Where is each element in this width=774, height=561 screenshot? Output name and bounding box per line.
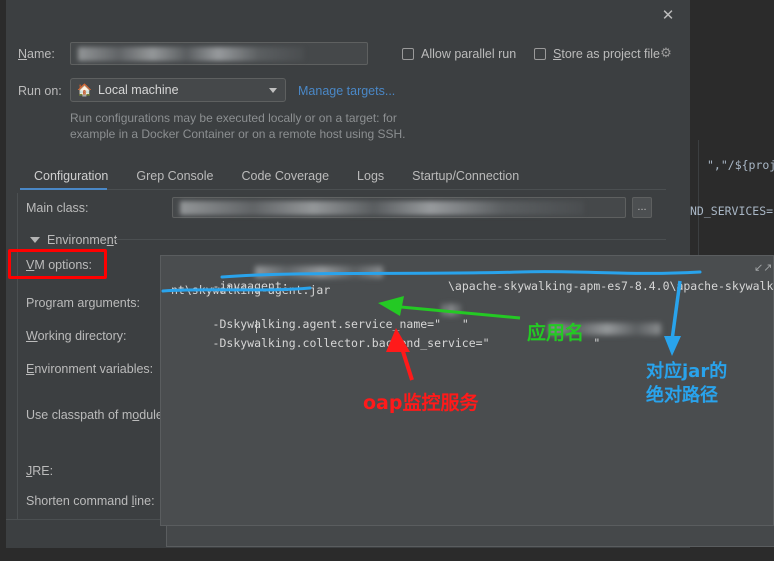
main-class-value-redacted <box>180 201 584 215</box>
checkbox-box <box>534 48 546 60</box>
jre-label: JRE: <box>26 464 54 478</box>
shorten-command-line-label: Shorten command line: <box>26 494 155 508</box>
editor-code-line-2: ND_SERVICES= <box>690 204 774 218</box>
screen: ","/${projec ND_SERVICES= ✕ Name: Allow … <box>0 0 774 561</box>
name-label: Name: <box>18 47 55 61</box>
main-class-browse-button[interactable]: ... <box>632 197 652 218</box>
text-caret <box>256 320 257 333</box>
environment-label: Environment <box>47 233 118 247</box>
vm-options-label: VM options: <box>26 258 93 272</box>
vm-options-line-4-prefix: -Dskywalking.collector.backend_service=" <box>212 336 490 350</box>
tab-code-coverage[interactable]: Code Coverage <box>227 163 343 189</box>
vm-options-service-name-redacted <box>442 304 460 316</box>
editor-code-line-1: ","/${projec <box>707 158 774 172</box>
tab-bar: Configuration Grep Console Code Coverage… <box>20 163 533 189</box>
name-input[interactable] <box>70 42 368 65</box>
environment-separator <box>114 239 666 240</box>
main-class-label: Main class: <box>26 201 89 215</box>
environment-section-header[interactable]: Environment <box>30 233 117 247</box>
vm-options-line-1-suffix: \apache-skywalking-apm-es7-8.4.0\apache-… <box>447 279 774 293</box>
manage-targets-link[interactable]: Manage targets... <box>298 84 395 98</box>
name-value-redacted <box>78 47 304 61</box>
allow-parallel-run-label: Allow parallel run <box>421 47 517 61</box>
environment-variables-label: Environment variables: <box>26 362 154 376</box>
allow-parallel-run-checkbox[interactable]: Allow parallel run <box>402 47 516 61</box>
run-on-hint-line-1: Run configurations may be executed local… <box>70 111 397 125</box>
tab-separator <box>20 189 666 190</box>
vm-options-line-4: -Dskywalking.collector.backend_service="… <box>171 322 601 364</box>
vm-options-line-2: nt\skywalking-agent.jar <box>171 283 331 297</box>
vm-options-path-redacted <box>255 266 383 278</box>
run-on-value: Local machine <box>97 83 179 97</box>
checkbox-box <box>402 48 414 60</box>
vm-options-backend-service-redacted <box>549 323 661 335</box>
tab-grep-console[interactable]: Grep Console <box>122 163 227 189</box>
run-on-hint-line-2: example in a Docker Container or on a re… <box>70 127 406 141</box>
ide-bottom-strip <box>0 548 774 561</box>
store-as-project-file-label: Store as project file <box>553 47 661 61</box>
collapse-icon[interactable]: ↙↗ <box>754 262 772 274</box>
close-icon[interactable]: ✕ <box>658 5 678 25</box>
vm-options-line-4-suffix: " <box>593 336 601 350</box>
tab-configuration[interactable]: Configuration <box>20 163 122 189</box>
tab-logs[interactable]: Logs <box>343 163 398 189</box>
main-class-input[interactable] <box>172 197 626 218</box>
run-on-dropdown[interactable]: 🏠 Local machine <box>70 78 286 102</box>
form-left-divider <box>17 193 18 519</box>
home-icon: 🏠 <box>77 83 92 97</box>
active-tab-indicator <box>20 188 107 190</box>
chevron-down-icon <box>269 88 277 93</box>
store-as-project-file-checkbox[interactable]: Store as project file <box>534 47 660 61</box>
run-on-label: Run on: <box>18 84 62 98</box>
gear-icon[interactable]: ⚙ <box>659 46 673 60</box>
vm-options-editor[interactable]: -javaagent:_______________________\apach… <box>160 255 774 526</box>
run-on-hint: Run configurations may be executed local… <box>70 110 570 142</box>
chevron-down-icon <box>30 237 40 243</box>
tab-startup-connection[interactable]: Startup/Connection <box>398 163 533 189</box>
dialog-titlebar <box>6 0 690 30</box>
program-arguments-label: Program arguments: <box>26 296 140 310</box>
use-classpath-of-module-label: Use classpath of module: <box>26 408 167 422</box>
working-directory-label: Working directory: <box>26 329 127 343</box>
